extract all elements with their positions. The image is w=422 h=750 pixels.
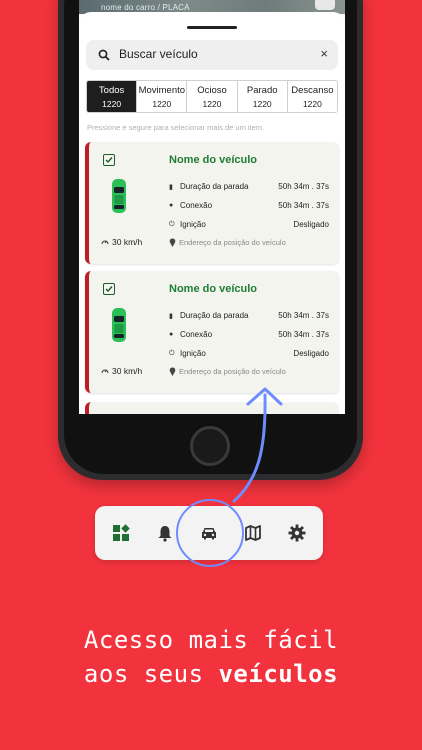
caption-emphasis: veículos — [218, 660, 339, 688]
caption-line-1: Acesso mais fácil — [83, 626, 339, 654]
caption-text: aos seus — [83, 660, 219, 688]
caption-line-2: aos seus veículos — [0, 660, 422, 688]
